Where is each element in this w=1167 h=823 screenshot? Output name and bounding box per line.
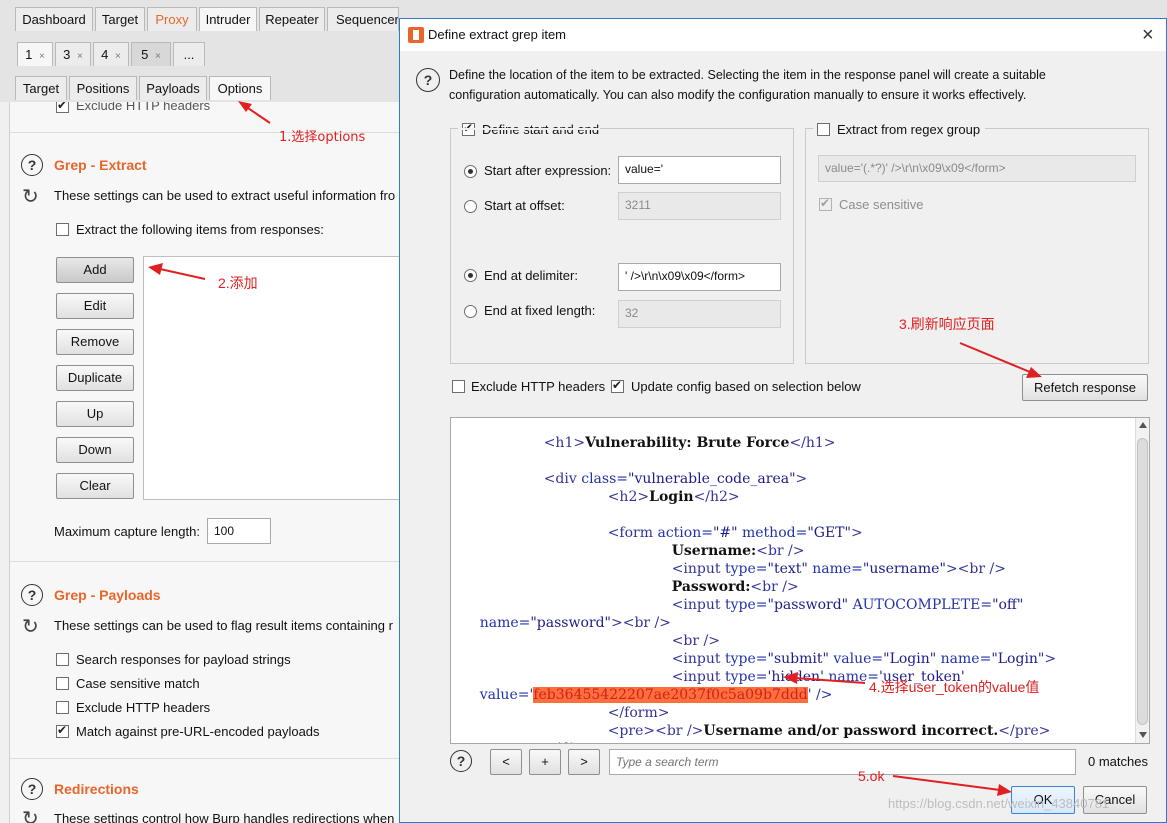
arrow-refetch [959, 342, 1031, 373]
arrow-ok-head [997, 784, 1012, 796]
arrow-token-head [783, 672, 798, 684]
annotation-arrows [148, 101, 1042, 796]
annotation-step5: 5.ok [858, 768, 885, 784]
arrow-add [159, 268, 206, 280]
annotation-step2: 2.添加 [218, 275, 258, 291]
annotation-step1: 1.选择options [279, 130, 366, 145]
arrow-refetch-head [1026, 367, 1042, 378]
annotation-step3: 3.刷新响应页面 [899, 316, 995, 332]
arrow-options [244, 105, 271, 124]
annotation-step4: 4.选择user_token的value值 [869, 679, 1040, 695]
arrow-token [794, 677, 866, 684]
arrow-ok [892, 775, 1001, 791]
arrow-add-head [148, 263, 163, 275]
